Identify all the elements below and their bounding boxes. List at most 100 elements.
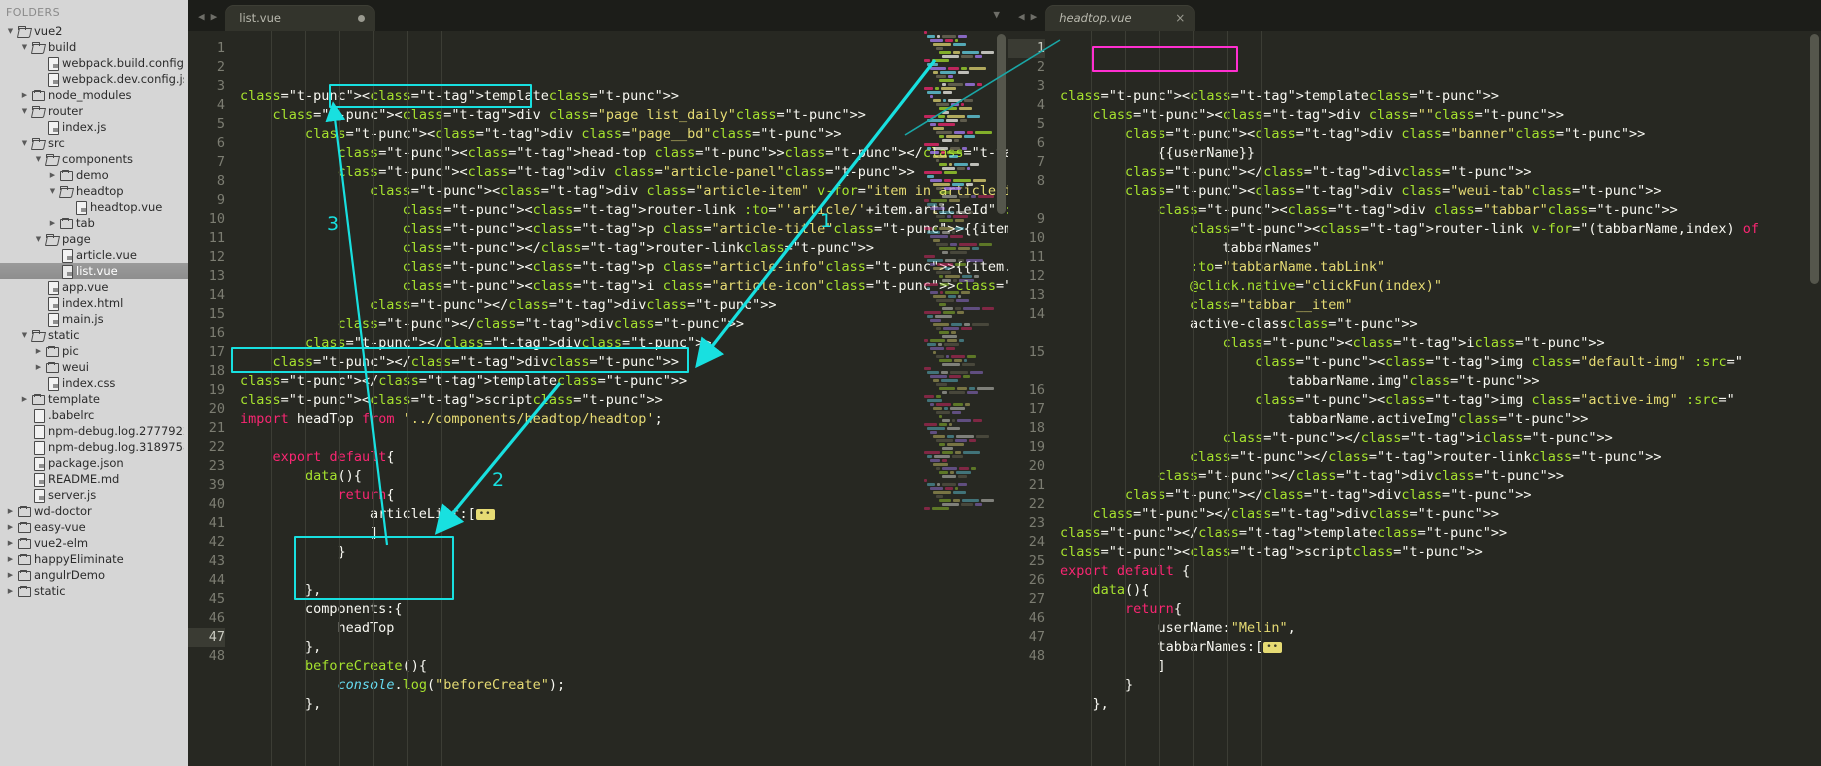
code-line[interactable]: beforeCreate(){ [240, 657, 1008, 676]
code-line[interactable]: class="t-punc"><class="t-tag">img class=… [1060, 391, 1821, 410]
tree-item-article-vue[interactable]: article.vue [0, 247, 188, 263]
tree-item-server-js[interactable]: server.js [0, 487, 188, 503]
tree-item-app-vue[interactable]: app.vue [0, 279, 188, 295]
tree-item-static[interactable]: ▶ static [0, 583, 188, 599]
tree-item-webpack-build-config-js[interactable]: webpack.build.config.js [0, 55, 188, 71]
chevron-right-icon[interactable]: ▶ [46, 215, 59, 231]
chevron-down-icon[interactable]: ▼ [18, 103, 31, 119]
code-line[interactable]: class="t-punc"><class="t-tag">div class=… [240, 125, 1008, 144]
code-line[interactable]: class="t-punc"></class="t-tag">divclass=… [1060, 486, 1821, 505]
tree-item-readme-md[interactable]: README.md [0, 471, 188, 487]
nav-prev-icon[interactable]: ◀ [198, 10, 205, 23]
chevron-down-icon[interactable]: ▼ [46, 183, 59, 199]
tree-item-happyeliminate[interactable]: ▶ happyEliminate [0, 551, 188, 567]
tree-item-vue2[interactable]: ▼ vue2 [0, 23, 188, 39]
close-icon[interactable]: × [1175, 12, 1185, 24]
code-area-right[interactable]: 1 2 3 4 5 6 7 8 9 10 11 12 13 14 15 16 17 18 19 20 21 22 23 24 2… [1008, 31, 1821, 766]
code-line[interactable]: class="t-punc"></class="t-tag">divclass=… [240, 353, 1008, 372]
tree-item--babelrc[interactable]: .babelrc [0, 407, 188, 423]
tree-item-template[interactable]: ▶ template [0, 391, 188, 407]
tab-headtop-vue[interactable]: headtop.vue × [1045, 5, 1195, 31]
chevron-down-icon[interactable]: ▼ [32, 151, 45, 167]
code-line[interactable]: console.log("beforeCreate"); [240, 676, 1008, 695]
code-line[interactable]: class="t-punc"><class="t-tag">p class="a… [240, 258, 1008, 277]
vertical-scrollbar-right[interactable] [1810, 34, 1819, 284]
code-line[interactable]: articleList:[•• [240, 505, 1008, 524]
chevron-right-icon[interactable]: ▶ [4, 583, 17, 599]
tab-nav-arrows-right[interactable]: ◀ ▶ [1008, 10, 1045, 31]
tree-item-demo[interactable]: ▶ demo [0, 167, 188, 183]
tree-item-page[interactable]: ▼ page [0, 231, 188, 247]
chevron-down-icon[interactable]: ▼ [18, 39, 31, 55]
code-line[interactable]: components:{ [240, 600, 1008, 619]
code-line[interactable]: export default { [1060, 562, 1821, 581]
tree-item-tab[interactable]: ▶ tab [0, 215, 188, 231]
code-line[interactable]: class="t-punc"><class="t-tag">div class=… [1060, 182, 1821, 201]
code-line[interactable]: tabbarNames" [1060, 239, 1821, 258]
code-line[interactable]: class="t-punc"><class="t-tag">img class=… [1060, 353, 1821, 372]
code-line[interactable]: class="tabbar__item" [1060, 296, 1821, 315]
chevron-right-icon[interactable]: ▶ [4, 567, 17, 583]
code-line[interactable]: class="t-punc"><class="t-tag">div class=… [1060, 106, 1821, 125]
tree-item-angulrdemo[interactable]: ▶ angulrDemo [0, 567, 188, 583]
code-area-left[interactable]: 1 2 3 4 5 6 7 8 9 10 11 12 13 14 15 16 17 18 19 20 21 22 23 39 4… [188, 31, 1008, 766]
code-line[interactable]: tabbarNames:[•• [1060, 638, 1821, 657]
pane-menu-chevron-down-icon[interactable]: ▼ [993, 8, 1000, 21]
tree-item-components[interactable]: ▼ components [0, 151, 188, 167]
code-line[interactable]: @click.native="clickFun(index)" [1060, 277, 1821, 296]
chevron-right-icon[interactable]: ▶ [4, 551, 17, 567]
chevron-right-icon[interactable]: ▶ [4, 519, 17, 535]
tree-item-build[interactable]: ▼ build [0, 39, 188, 55]
code-line[interactable]: class="t-punc"><class="t-tag">scriptclas… [1060, 543, 1821, 562]
code-line[interactable]: export default{ [240, 448, 1008, 467]
tree-item-static[interactable]: ▼ static [0, 327, 188, 343]
code-line[interactable]: class="t-punc"></class="t-tag">divclass=… [1060, 163, 1821, 182]
code-line[interactable]: return{ [240, 486, 1008, 505]
minimap-left[interactable] [922, 31, 994, 766]
nav-next-icon[interactable]: ▶ [211, 10, 218, 23]
code-line[interactable]: class="t-punc"><class="t-tag">div class=… [1060, 201, 1821, 220]
code-line[interactable]: data(){ [1060, 581, 1821, 600]
code-line[interactable]: class="t-punc"><class="t-tag">div class=… [240, 182, 1008, 201]
code-line[interactable]: class="t-punc"></class="t-tag">router-li… [1060, 448, 1821, 467]
code-line[interactable]: class="t-punc"><class="t-tag">templatecl… [240, 87, 1008, 106]
chevron-right-icon[interactable]: ▶ [4, 535, 17, 551]
code-line[interactable]: class="t-punc"><class="t-tag">scriptclas… [240, 391, 1008, 410]
tab-list-vue[interactable]: list.vue [225, 5, 375, 31]
code-line[interactable]: } [1060, 676, 1821, 695]
code-line[interactable]: tabbarName.img"class="t-punc">> [1060, 372, 1821, 391]
tree-item-vue2-elm[interactable]: ▶ vue2-elm [0, 535, 188, 551]
code-line[interactable]: class="t-punc"><class="t-tag">p class="a… [240, 220, 1008, 239]
chevron-right-icon[interactable]: ▶ [18, 87, 31, 103]
code-line[interactable] [240, 562, 1008, 581]
code-line[interactable] [240, 429, 1008, 448]
code-text-left[interactable]: class="t-punc"><class="t-tag">templatecl… [234, 31, 1008, 766]
code-line[interactable]: class="t-punc"><class="t-tag">div class=… [240, 163, 1008, 182]
chevron-down-icon[interactable]: ▼ [4, 23, 17, 39]
tree-item-headtop-vue[interactable]: headtop.vue [0, 199, 188, 215]
chevron-down-icon[interactable]: ▼ [32, 231, 45, 247]
code-line[interactable]: headTop [240, 619, 1008, 638]
code-line[interactable]: ] [1060, 657, 1821, 676]
code-line[interactable]: }, [240, 581, 1008, 600]
sidebar-file-tree[interactable]: FOLDERS ▼ vue2 ▼ build webpack.build.config.… [0, 0, 188, 766]
tree-item-list-vue[interactable]: list.vue [0, 263, 188, 279]
chevron-right-icon[interactable]: ▶ [4, 503, 17, 519]
code-line[interactable]: class="t-punc"><class="t-tag">templatecl… [1060, 87, 1821, 106]
chevron-right-icon[interactable]: ▶ [32, 359, 45, 375]
code-text-right[interactable]: class="t-punc"><class="t-tag">templatecl… [1054, 31, 1821, 766]
file-tree-list[interactable]: ▼ vue2 ▼ build webpack.build.config.js webpac… [0, 23, 188, 599]
code-line[interactable]: class="t-punc"><class="t-tag">head-top c… [240, 144, 1008, 163]
tree-item-index-css[interactable]: index.css [0, 375, 188, 391]
chevron-right-icon[interactable]: ▶ [46, 167, 59, 183]
code-line[interactable]: class="t-punc"><class="t-tag">i class="a… [240, 277, 1008, 296]
chevron-right-icon[interactable]: ▶ [32, 343, 45, 359]
code-line[interactable]: class="t-punc"><class="t-tag">router-lin… [1060, 220, 1821, 239]
code-line[interactable]: class="t-punc"></class="t-tag">divclass=… [240, 315, 1008, 334]
code-line[interactable]: class="t-punc"></class="t-tag">divclass=… [1060, 505, 1821, 524]
tree-item-npm-debug-log-2777922574[interactable]: npm-debug.log.2777922574 [0, 423, 188, 439]
code-line[interactable]: import headTop from '../components/headt… [240, 410, 1008, 429]
tree-item-weui[interactable]: ▶ weui [0, 359, 188, 375]
tree-item-main-js[interactable]: main.js [0, 311, 188, 327]
code-line[interactable]: class="t-punc"></class="t-tag">divclass=… [240, 296, 1008, 315]
